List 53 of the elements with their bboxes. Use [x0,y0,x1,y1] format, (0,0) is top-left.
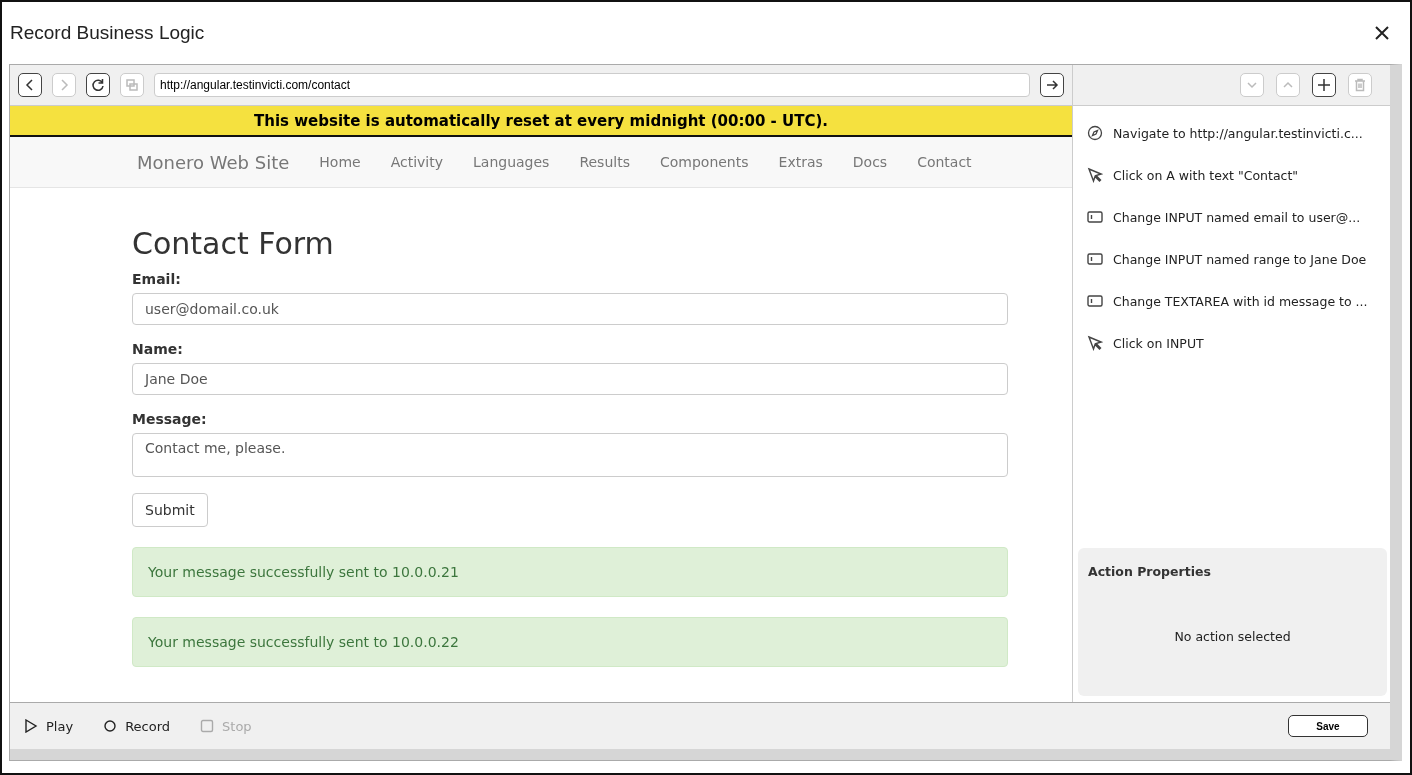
horizontal-scrollbar[interactable] [10,749,1390,760]
nav-link[interactable]: Activity [390,154,443,170]
copy-icon [125,78,139,92]
window-title: Record Business Logic [10,22,205,44]
cursor-icon [1087,167,1103,183]
close-icon[interactable] [1374,25,1390,41]
form-title: Contact Form [132,226,335,261]
nav-link[interactable]: Results [579,154,630,170]
action-item[interactable]: Change INPUT named range to Jane Doe [1113,251,1367,267]
add-button[interactable] [1312,73,1336,97]
nav-link[interactable]: Languages [473,154,550,170]
compass-icon [1087,125,1103,141]
arrow-right-icon [1045,78,1059,92]
nav-link[interactable]: Extras [778,154,823,170]
panel-title: Action Properties [1088,564,1212,579]
input-field[interactable]: user@domail.co.uk [132,293,1008,325]
save-button[interactable]: Save [1288,715,1368,737]
plus-icon [1317,78,1331,92]
action-item[interactable]: Click on INPUT [1113,335,1204,351]
back-button[interactable] [18,73,42,97]
cursor-icon [1087,335,1103,351]
play-button[interactable]: Play [24,718,74,734]
submit-button[interactable]: Submit [132,493,208,527]
stop-icon [200,719,215,733]
input-icon [1087,294,1103,308]
field-label: Message: [132,411,208,427]
reload-icon [91,78,105,92]
success-alert: Your message successfully sent to 10.0.0.21 [132,547,1008,597]
site-brand[interactable]: Monero Web Site [137,151,290,173]
record-button[interactable]: Record [103,718,171,734]
circle-icon [103,719,118,733]
action-item[interactable]: Change TEXTAREA with id message to ... [1113,293,1368,309]
field-label: Name: [132,341,184,357]
success-alert: Your message successfully sent to 10.0.0.22 [132,617,1008,667]
reload-button[interactable] [86,73,110,97]
input-icon [1087,210,1103,224]
action-item[interactable]: Click on A with text "Contact" [1113,167,1299,183]
nav-link[interactable]: Contact [917,154,972,170]
url-field[interactable]: http://angular.testinvicti.com/contact [154,73,1030,97]
empty-message: No action selected [1173,629,1292,644]
action-item[interactable]: Change INPUT named email to user@... [1113,209,1361,225]
reset-banner: This website is automatically reset at every midnight (00:00 - UTC). [10,106,1072,137]
input-field[interactable]: Jane Doe [132,363,1008,395]
trash-icon [1353,78,1367,92]
nav-link[interactable]: Home [319,154,361,170]
nav-link[interactable]: Docs [852,154,888,170]
nav-link[interactable]: Components [659,154,749,170]
action-item[interactable]: Navigate to http://angular.testinvicti.c... [1113,125,1363,141]
play-icon [24,719,38,733]
message-field[interactable]: Contact me, please. [132,433,1008,477]
field-label: Email: [132,271,182,287]
input-icon [1087,252,1103,266]
go-button[interactable] [1040,73,1064,97]
